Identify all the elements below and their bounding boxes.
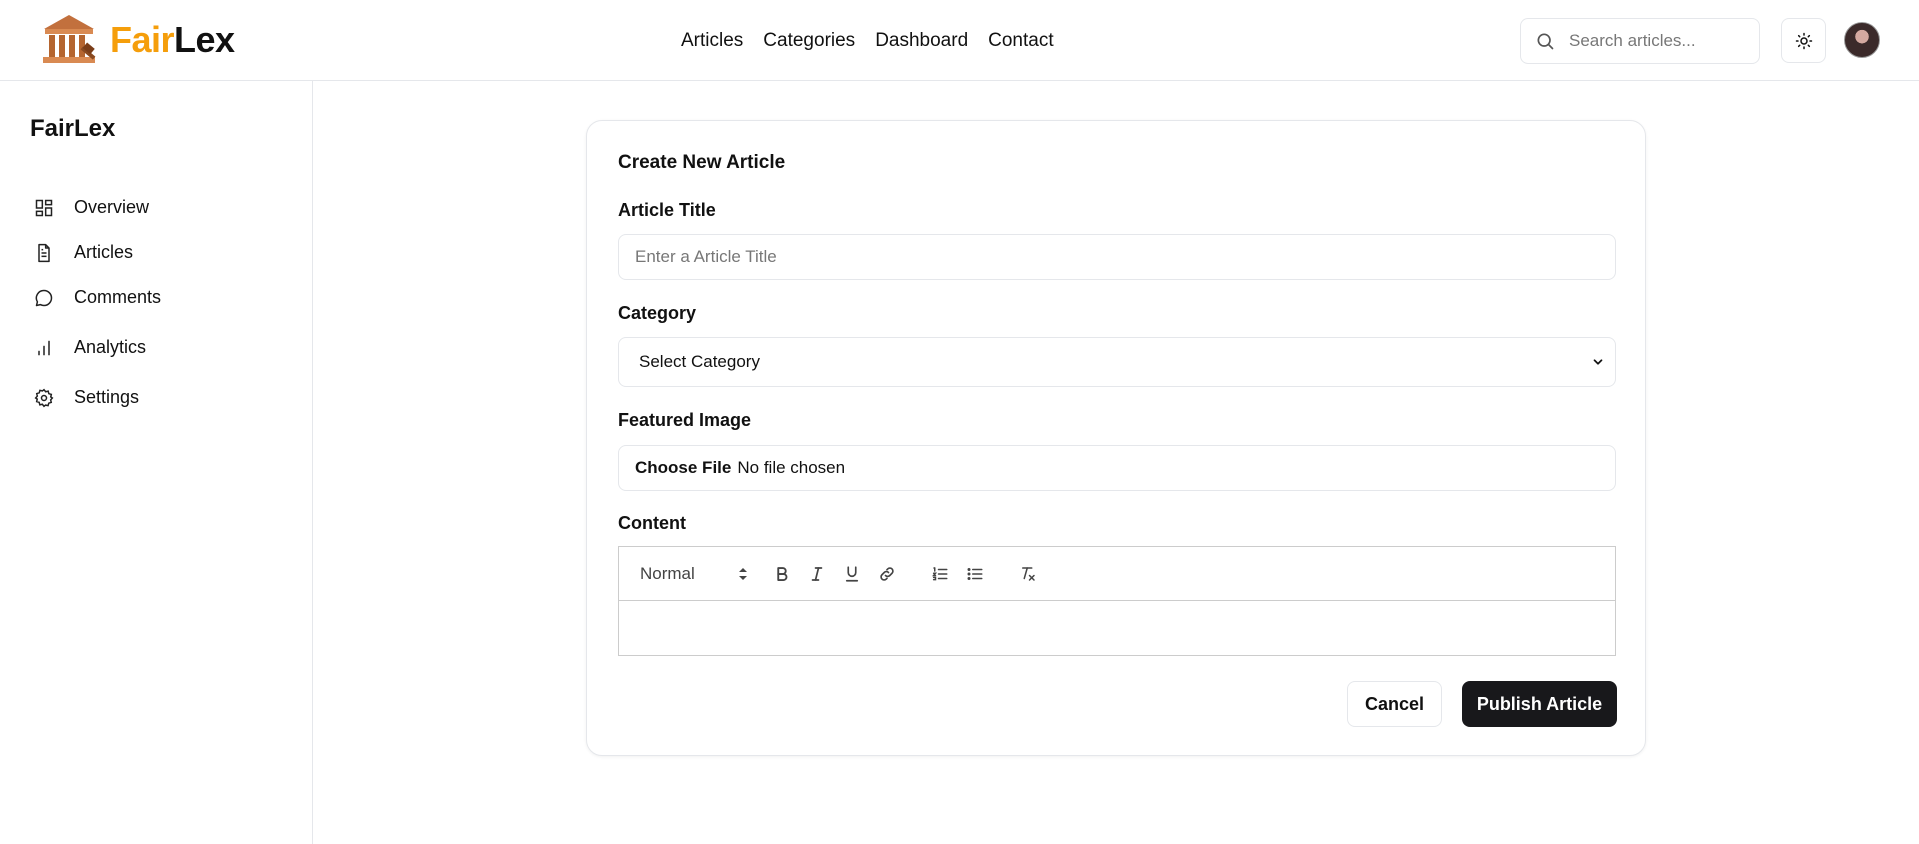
create-article-card: Create New Article Article Title Categor… (586, 120, 1646, 756)
user-avatar[interactable] (1844, 22, 1880, 58)
updown-icon (739, 567, 747, 580)
underline-button[interactable] (838, 560, 866, 588)
format-select[interactable]: Normal (640, 564, 748, 584)
theme-toggle-button[interactable] (1781, 18, 1826, 63)
sidebar-item-comments[interactable]: Comments (34, 287, 161, 308)
content-label: Content (618, 513, 686, 533)
search-icon (1537, 33, 1554, 50)
italic-button[interactable] (803, 560, 831, 588)
sidebar: FairLex Overview Articles Comments Analy… (0, 81, 313, 844)
format-select-value: Normal (640, 563, 695, 583)
file-status: No file chosen (737, 458, 846, 477)
italic-icon (811, 566, 823, 581)
link-icon (880, 566, 894, 581)
gear-icon (34, 388, 54, 407)
ordered-list-icon (932, 566, 948, 580)
chevron-down-icon (1593, 359, 1603, 365)
top-header: FairLex Articles Categories Dashboard Co… (0, 0, 1919, 81)
link-button[interactable] (873, 560, 901, 588)
search-input[interactable] (1569, 31, 1749, 51)
bar-chart-icon (38, 340, 50, 355)
article-title-input[interactable] (635, 247, 1615, 267)
sidebar-item-settings[interactable]: Settings (34, 387, 139, 408)
search-box[interactable] (1520, 18, 1760, 64)
rich-text-editor: Normal (618, 546, 1616, 656)
editor-toolbar: Normal (619, 547, 1615, 601)
logo[interactable]: FairLex (40, 13, 235, 67)
featured-image-label: Featured Image (618, 410, 752, 430)
bold-button[interactable] (768, 560, 796, 588)
article-title-field[interactable] (618, 234, 1616, 280)
ordered-list-button[interactable] (926, 560, 954, 588)
bullet-list-button[interactable] (961, 560, 989, 588)
clear-format-button[interactable] (1014, 560, 1042, 588)
sidebar-title: FairLex (30, 115, 116, 142)
brand-name: FairLex (110, 13, 235, 67)
sidebar-item-articles[interactable]: Articles (34, 242, 133, 263)
category-label: Category (618, 303, 697, 323)
cancel-button[interactable]: Cancel (1347, 681, 1442, 727)
sidebar-item-overview[interactable]: Overview (34, 197, 149, 218)
sidebar-item-label: Analytics (74, 337, 147, 357)
nav-link-contact[interactable]: Contact (988, 26, 1053, 56)
nav-link-categories[interactable]: Categories (763, 26, 855, 56)
category-selected-value: Select Category (639, 352, 760, 371)
chat-bubble-icon (35, 289, 53, 306)
brand-part-2: Lex (174, 19, 235, 60)
sidebar-item-analytics[interactable]: Analytics (34, 337, 146, 358)
brand-part-1: Fair (110, 19, 175, 60)
category-select[interactable]: Select Category (618, 337, 1616, 387)
nav-link-articles[interactable]: Articles (681, 26, 743, 56)
choose-file-button[interactable]: Choose File (635, 458, 731, 478)
nav-link-dashboard[interactable]: Dashboard (875, 26, 968, 56)
courthouse-icon (43, 15, 96, 63)
publish-article-button[interactable]: Publish Article (1462, 681, 1617, 727)
sidebar-item-label: Comments (74, 287, 162, 307)
bold-icon (777, 566, 788, 581)
clear-format-icon (1022, 566, 1035, 581)
featured-image-field[interactable]: Choose File No file chosen (618, 445, 1616, 491)
bullet-list-icon (967, 567, 983, 580)
sidebar-item-label: Overview (74, 197, 150, 217)
grid-icon (35, 199, 53, 216)
sun-icon (1795, 32, 1812, 49)
sidebar-item-label: Articles (74, 242, 134, 262)
article-title-label: Article Title (618, 200, 716, 220)
form-title: Create New Article (618, 152, 786, 173)
top-nav: Articles Categories Dashboard Contact (681, 26, 1074, 56)
sidebar-item-label: Settings (74, 387, 140, 407)
document-icon (38, 243, 50, 262)
editor-body[interactable] (619, 601, 1615, 655)
underline-icon (845, 565, 859, 582)
